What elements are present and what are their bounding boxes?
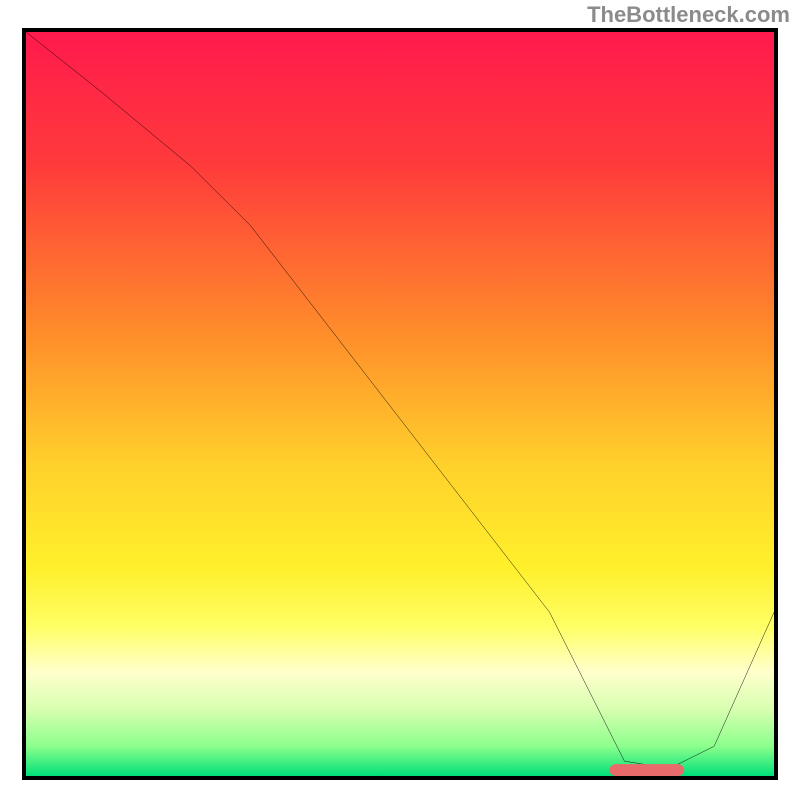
chart-container: TheBottleneck.com <box>0 0 800 800</box>
watermark-text: TheBottleneck.com <box>587 2 790 28</box>
marker-layer <box>26 32 774 776</box>
optimal-range-marker <box>609 764 684 776</box>
plot-area <box>22 28 778 780</box>
